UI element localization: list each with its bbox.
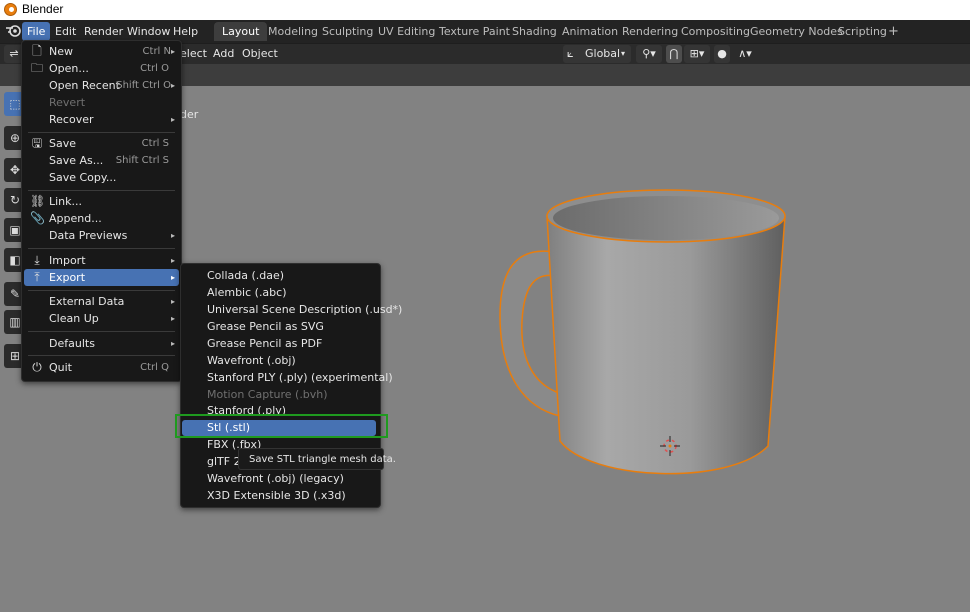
export-item-x3d[interactable]: X3D Extensible 3D (.x3d) [207, 487, 346, 504]
menu-item-recover[interactable]: Recover ▸ [24, 111, 179, 128]
menu-item-link[interactable]: ⛓ Link... [24, 193, 179, 210]
menu-item-external-data[interactable]: External Data ▸ [24, 293, 179, 310]
move-icon: ✥ [9, 163, 21, 177]
snap-grid-icon: ⊞▾ [689, 47, 705, 60]
submenu-arrow-icon: ▸ [170, 47, 175, 56]
menu-item-new[interactable]: 🗋 New Ctrl N ▸ [24, 43, 179, 60]
file-menu-dropdown: 🗋 New Ctrl N ▸ 🗀 Open... Ctrl O Open Rec… [21, 40, 182, 382]
menu-item-save-as[interactable]: Save As... Shift Ctrl S [24, 152, 179, 169]
submenu-arrow-icon: ▸ [170, 115, 175, 124]
cursor-icon: ⊕ [9, 131, 21, 145]
submenu-arrow-icon: ▸ [170, 314, 175, 323]
menu-separator [28, 290, 175, 291]
append-icon: 📎 [30, 211, 45, 225]
falloff-dropdown[interactable]: ∧▾ [733, 45, 757, 63]
submenu-arrow-icon: ▸ [170, 256, 175, 265]
menu-item-quit[interactable]: ⏻ Quit Ctrl Q [24, 359, 179, 376]
orientation-value: Global [585, 47, 621, 60]
blender-logo-icon [4, 3, 17, 16]
submenu-arrow-icon: ▸ [170, 273, 175, 282]
submenu-arrow-icon: ▸ [170, 81, 175, 90]
menu-edit[interactable]: Edit [50, 22, 81, 41]
export-item-grease-pencil-svg[interactable]: Grease Pencil as SVG [207, 318, 324, 335]
submenu-arrow-icon: ▸ [170, 231, 175, 240]
submenu-arrow-icon: ▸ [170, 297, 175, 306]
stl-tooltip: Save STL triangle mesh data. [238, 448, 396, 470]
menu-file[interactable]: File [22, 22, 51, 41]
menu-separator [28, 355, 175, 356]
add-workspace-button[interactable]: + [880, 22, 907, 41]
export-item-usd[interactable]: Universal Scene Description (.usd*) [207, 301, 402, 318]
viewport-overlay-text: der [180, 108, 199, 121]
menu-separator [28, 248, 175, 249]
menu-item-open[interactable]: 🗀 Open... Ctrl O [24, 60, 179, 77]
export-item-alembic[interactable]: Alembic (.abc) [207, 284, 287, 301]
menu-separator [28, 331, 175, 332]
export-item-grease-pencil-pdf[interactable]: Grease Pencil as PDF [207, 335, 322, 352]
power-icon: ⏻ [32, 360, 42, 374]
orientation-axes-icon: ⟀ [567, 47, 574, 60]
window-titlebar: Blender [0, 0, 970, 20]
menu-item-data-previews[interactable]: Data Previews ▸ [24, 227, 179, 244]
falloff-curve-icon: ∧▾ [738, 47, 752, 60]
menu-item-save[interactable]: 🖫 Save Ctrl S [24, 135, 179, 152]
new-file-icon: 🗋 [32, 44, 42, 58]
menu-item-append[interactable]: 📎 Append... [24, 210, 179, 227]
3d-cursor-icon [660, 436, 680, 456]
menu-item-defaults[interactable]: Defaults ▸ [24, 335, 179, 352]
menu-item-save-copy[interactable]: Save Copy... [24, 169, 179, 186]
chevron-down-icon: ▾ [621, 49, 626, 58]
menu-item-export[interactable]: ⤒ Export ▸ [24, 269, 179, 286]
transform-orientation-dropdown[interactable]: ⟀ Global ▾ [563, 45, 631, 63]
link-icon: ⛓ [30, 194, 46, 208]
export-item-collada[interactable]: Collada (.dae) [207, 267, 284, 284]
export-item-stanford-ply-experimental[interactable]: Stanford PLY (.ply) (experimental) [207, 369, 393, 386]
menu-separator [28, 190, 175, 191]
menu-separator [28, 132, 175, 133]
window-title: Blender [22, 2, 64, 16]
select-box-icon: ⬚ [9, 97, 21, 111]
proportional-icon: ● [717, 47, 727, 60]
menu-help[interactable]: Help [168, 22, 203, 41]
rotate-icon: ↻ [9, 193, 21, 207]
menu-item-import[interactable]: ⤓ Import ▸ [24, 252, 179, 269]
select-menu[interactable]: elect [180, 46, 207, 62]
submenu-arrow-icon: ▸ [170, 339, 175, 348]
export-item-motion-capture: Motion Capture (.bvh) [207, 388, 328, 401]
ruler-icon: ▥ [9, 315, 21, 329]
menu-item-open-recent[interactable]: Open Recent Shift Ctrl O ▸ [24, 77, 179, 94]
add-menu[interactable]: Add [213, 46, 234, 62]
import-icon: ⤓ [34, 253, 40, 267]
stl-highlight-box [175, 414, 388, 438]
folder-icon: 🗀 [30, 61, 43, 75]
proportional-editing-toggle[interactable]: ● [714, 45, 730, 63]
export-item-wavefront-obj-legacy[interactable]: Wavefront (.obj) (legacy) [207, 470, 344, 487]
object-menu[interactable]: Object [242, 46, 278, 62]
transform-icon: ◧ [9, 253, 21, 267]
menu-item-clean-up[interactable]: Clean Up ▸ [24, 310, 179, 327]
scale-icon: ▣ [9, 223, 21, 237]
save-icon: 🖫 [31, 136, 43, 150]
export-item-wavefront-obj[interactable]: Wavefront (.obj) [207, 352, 296, 369]
pivot-point-dropdown[interactable]: ⚲▾ [636, 45, 662, 63]
export-icon: ⤒ [34, 270, 40, 284]
pivot-icon: ⚲▾ [642, 47, 656, 60]
add-cube-icon: ⊞ [9, 349, 21, 363]
menu-render[interactable]: Render [79, 22, 128, 41]
pencil-icon: ✎ [9, 287, 21, 301]
magnet-icon: ⋂ [669, 47, 679, 60]
menu-item-revert: Revert [49, 96, 86, 109]
snap-target-dropdown[interactable]: ⊞▾ [684, 45, 710, 63]
snap-toggle[interactable]: ⋂ [666, 45, 682, 63]
